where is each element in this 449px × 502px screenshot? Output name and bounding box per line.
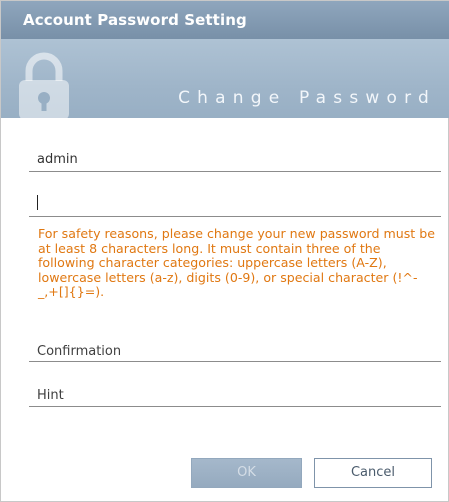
text-caret (37, 195, 38, 210)
new-password-input[interactable] (29, 191, 441, 217)
confirmation-placeholder: Confirmation (37, 344, 122, 359)
hint-input[interactable]: Hint (29, 388, 441, 407)
ok-button[interactable]: OK (191, 458, 302, 488)
hint-placeholder: Hint (37, 388, 64, 403)
password-requirements-notice: For safety reasons, please change your n… (38, 226, 435, 300)
lock-icon (19, 52, 69, 118)
dialog-titlebar: Account Password Setting (1, 1, 449, 39)
account-password-dialog: Account Password Setting Change Password… (0, 0, 449, 502)
confirmation-input[interactable]: Confirmation (29, 344, 441, 362)
banner-heading: Change Password (178, 88, 436, 108)
cancel-button[interactable]: Cancel (314, 458, 432, 488)
username-field: admin (29, 149, 441, 172)
change-password-banner: Change Password (1, 39, 449, 118)
username-value: admin (37, 152, 78, 167)
dialog-title: Account Password Setting (23, 11, 247, 29)
